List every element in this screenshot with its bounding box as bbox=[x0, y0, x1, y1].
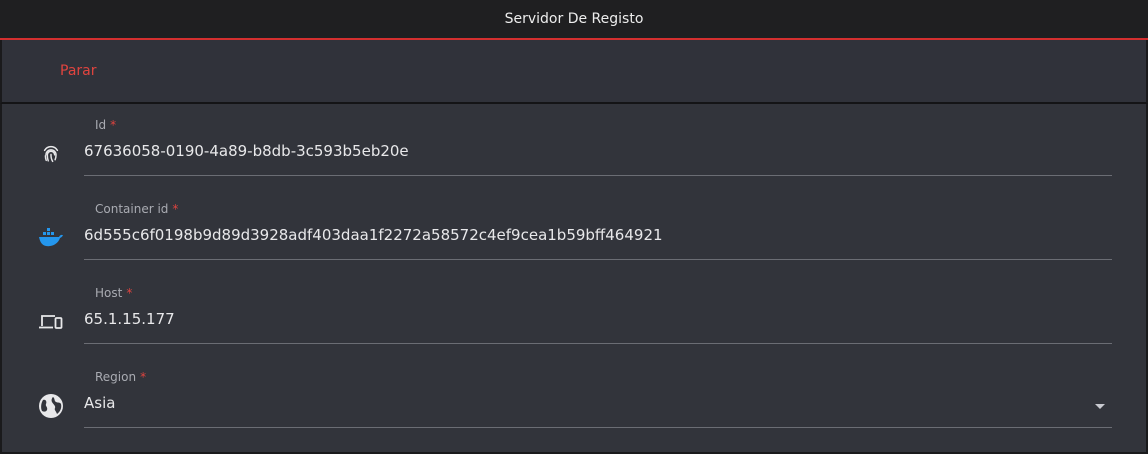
host-field: Host * 65.1.15.177 bbox=[2, 272, 1148, 356]
region-select-value[interactable]: Asia bbox=[84, 394, 115, 412]
id-field: Id * 67636058-0190-4a89-b8db-3c593b5eb20e bbox=[2, 104, 1148, 188]
region-label: Region * bbox=[95, 370, 147, 384]
server-form: Id * 67636058-0190-4a89-b8db-3c593b5eb20e… bbox=[0, 104, 1148, 454]
container-id-underline bbox=[84, 259, 1112, 260]
stop-button[interactable]: Parar bbox=[60, 63, 96, 79]
required-marker: * bbox=[110, 118, 117, 132]
devices-icon bbox=[38, 309, 64, 335]
globe-icon bbox=[38, 393, 64, 419]
fingerprint-icon bbox=[38, 141, 64, 167]
container-id-label: Container id * bbox=[95, 202, 179, 216]
required-marker: * bbox=[172, 202, 179, 216]
host-input[interactable]: 65.1.15.177 bbox=[84, 310, 175, 328]
host-underline bbox=[84, 343, 1112, 344]
required-marker: * bbox=[126, 286, 133, 300]
docker-icon bbox=[38, 225, 64, 251]
id-label: Id * bbox=[95, 118, 117, 132]
window-title-bar: Servidor De Registo bbox=[0, 0, 1148, 38]
container-id-field: Container id * 6d555c6f0198b9d89d3928adf4… bbox=[2, 188, 1148, 272]
region-field[interactable]: Region * Asia bbox=[2, 356, 1148, 440]
host-label: Host * bbox=[95, 286, 133, 300]
id-underline bbox=[84, 175, 1112, 176]
chevron-down-icon[interactable] bbox=[1095, 404, 1105, 409]
id-input[interactable]: 67636058-0190-4a89-b8db-3c593b5eb20e bbox=[84, 142, 409, 160]
required-marker: * bbox=[140, 370, 147, 384]
container-id-input[interactable]: 6d555c6f0198b9d89d3928adf403daa1f2272a58… bbox=[84, 226, 663, 244]
region-underline bbox=[84, 427, 1112, 428]
window-title: Servidor De Registo bbox=[504, 11, 644, 27]
toolbar: Parar bbox=[0, 40, 1148, 104]
